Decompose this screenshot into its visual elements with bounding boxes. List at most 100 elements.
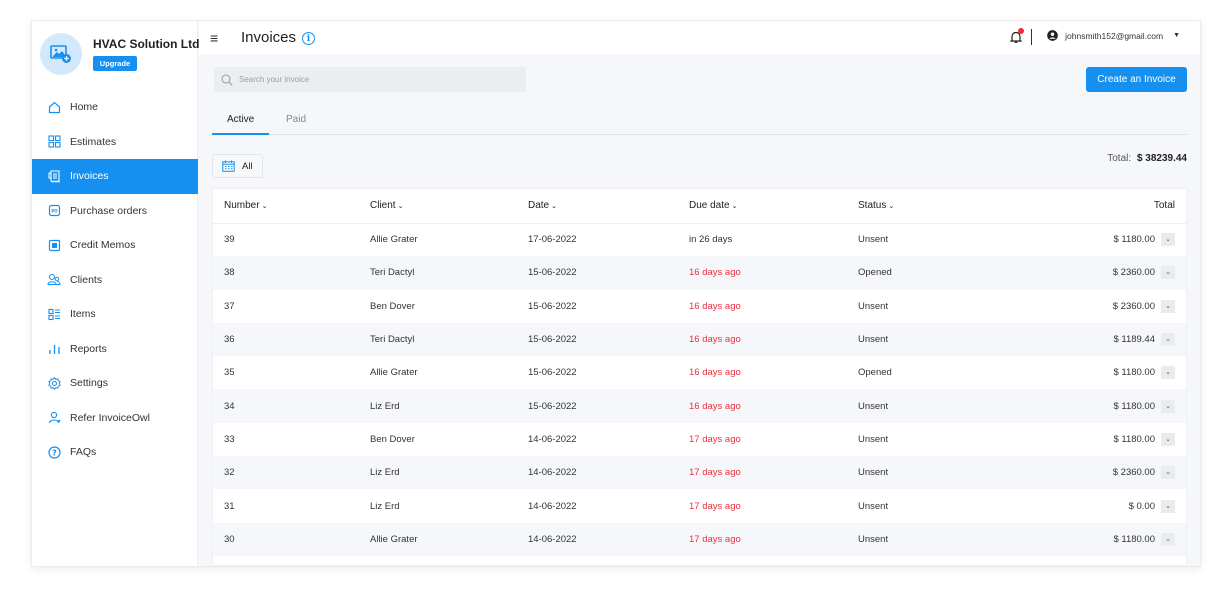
sidebar-item-settings[interactable]: Settings <box>32 366 198 401</box>
table-row[interactable]: 30 Allie Grater 14-06-2022 17 days ago Unsen… <box>213 522 1186 556</box>
caret-down-icon: ▼ <box>1173 32 1180 39</box>
top-bar: ≡ Invoices i johnsmith152@gmail.com ▼ <box>199 21 1200 54</box>
table-row[interactable]: 33 Ben Dover 14-06-2022 17 days ago Unsent $ … <box>213 423 1186 456</box>
company-brand: HVAC Solution Ltd Upgrade <box>40 33 199 83</box>
invoice-client: Liz Erd <box>370 389 528 423</box>
invoice-total-cell: $ 0.00 ⌄ <box>1008 489 1186 522</box>
create-invoice-button[interactable]: Create an Invoice <box>1086 67 1187 92</box>
sidebar-item-invoices[interactable]: Invoices <box>32 159 198 194</box>
table-row[interactable]: 36 Teri Dactyl 15-06-2022 16 days ago Unsent… <box>213 322 1186 357</box>
invoice-number: 32 <box>213 456 370 490</box>
sidebar-item-label: Items <box>70 308 96 321</box>
header-divider <box>1031 29 1032 45</box>
table-row[interactable]: 32 Liz Erd 14-06-2022 17 days ago Unsent $ 23… <box>213 456 1186 490</box>
clients-icon <box>47 273 61 287</box>
sidebar-item-label: Home <box>70 101 99 114</box>
invoice-date: 14-06-2022 <box>528 456 689 490</box>
chevron-down-icon: ⌄ <box>731 203 738 211</box>
invoice-due-date: 16 days ago <box>689 256 858 290</box>
sidebar-item-items[interactable]: Items <box>32 297 198 332</box>
sidebar-item-label: Purchase orders <box>70 204 148 217</box>
home-icon <box>47 100 61 114</box>
invoice-total-cell: $ 1180.00 ⌄ <box>1008 389 1186 423</box>
search-input[interactable] <box>239 75 509 84</box>
invoice-total: $ 1180.00 <box>1113 433 1155 445</box>
sidebar-item-home[interactable]: Home <box>32 90 198 125</box>
upgrade-button[interactable]: Upgrade <box>93 56 137 71</box>
table-row[interactable]: 39 Allie Grater 17-06-2022 in 26 days Unsent… <box>213 223 1186 256</box>
sidebar-item-label: Estimates <box>70 135 117 148</box>
invoice-date: 15-06-2022 <box>528 322 689 357</box>
row-actions-chevron-icon[interactable]: ⌄ <box>1161 233 1175 247</box>
date-filter-label: All <box>242 160 253 172</box>
row-actions-chevron-icon[interactable]: ⌄ <box>1161 266 1175 280</box>
notification-bell-icon[interactable] <box>1009 28 1024 44</box>
sidebar-item-purchase-orders[interactable]: PO Purchase orders <box>32 194 198 229</box>
invoice-number: 34 <box>213 389 370 423</box>
invoice-date: 15-06-2022 <box>528 300 577 312</box>
invoice-due-date: 16 days ago <box>689 300 741 312</box>
column-header-number[interactable]: Number ⌄ <box>213 189 370 224</box>
sidebar-item-clients[interactable]: Clients <box>32 263 198 298</box>
row-actions-chevron-icon[interactable]: ⌄ <box>1161 432 1175 446</box>
tab-paid[interactable]: Paid <box>286 114 306 135</box>
table-row-partial <box>213 556 1186 566</box>
invoice-total-cell: $ 2360.00 ⌄ <box>1008 256 1186 290</box>
invoice-number: 39 <box>224 234 235 246</box>
row-actions-chevron-icon[interactable]: ⌄ <box>1161 366 1175 380</box>
column-header-due-date[interactable]: Due date ⌄ <box>689 189 858 224</box>
column-header-date[interactable]: Date ⌄ <box>528 189 689 224</box>
column-header-client[interactable]: Client ⌄ <box>370 189 528 224</box>
items-icon <box>47 307 61 321</box>
chevron-down-icon: ⌄ <box>888 203 895 211</box>
notification-dot <box>1018 28 1024 34</box>
sidebar-item-refer[interactable]: Refer InvoiceOwl <box>32 401 198 436</box>
row-actions-chevron-icon[interactable]: ⌄ <box>1161 399 1175 413</box>
menu-toggle-icon[interactable]: ≡ <box>210 31 218 45</box>
invoice-total-cell: $ 1180.00 ⌄ <box>1008 522 1186 556</box>
sidebar-item-label: Credit Memos <box>70 239 136 252</box>
search-icon <box>221 73 233 86</box>
sidebar-item-faqs[interactable]: ? FAQs <box>32 435 198 470</box>
row-actions-chevron-icon[interactable]: ⌄ <box>1161 532 1175 546</box>
tab-active[interactable]: Active <box>212 114 270 135</box>
company-logo-upload[interactable] <box>40 33 82 75</box>
row-actions-chevron-icon[interactable]: ⌄ <box>1161 333 1175 347</box>
table-row[interactable]: 34 Liz Erd 15-06-2022 16 days ago Unsent $ 11… <box>213 389 1186 423</box>
table-row[interactable]: 31 Liz Erd 14-06-2022 17 days ago Unsent $ 0.… <box>213 489 1186 522</box>
row-actions-chevron-icon[interactable]: ⌄ <box>1161 499 1175 513</box>
sidebar-nav: Home Estimates Invoices PO Purchase orde… <box>32 90 198 470</box>
invoices-table: Number ⌄ Client ⌄ Date ⌄ Due date ⌄ Status ⌄ … <box>213 189 1186 566</box>
invoice-date: 15-06-2022 <box>528 256 689 290</box>
row-actions-chevron-icon[interactable]: ⌄ <box>1161 299 1175 313</box>
user-menu[interactable]: johnsmith152@gmail.com ▼ <box>1047 30 1180 41</box>
invoice-due-date: 17 days ago <box>689 500 741 512</box>
invoice-number: 35 <box>224 367 235 379</box>
invoice-total: $ 1180.00 <box>1113 234 1155 246</box>
invoices-total-summary: Total: $ 38239.44 <box>1107 153 1187 164</box>
total-value: $ 38239.44 <box>1136 153 1187 164</box>
sidebar-item-estimates[interactable]: Estimates <box>32 125 198 160</box>
invoice-date: 15-06-2022 <box>528 367 577 379</box>
invoice-number: 31 <box>224 500 235 512</box>
faq-icon: ? <box>47 445 61 459</box>
invoice-status: Opened <box>858 367 892 379</box>
sidebar-item-credit-memos[interactable]: Credit Memos <box>32 228 198 263</box>
table-row[interactable]: 37 Ben Dover 15-06-2022 16 days ago Unsent $ … <box>213 290 1186 323</box>
table-row[interactable]: 38 Teri Dactyl 15-06-2022 16 days ago Opened… <box>213 256 1186 290</box>
date-filter-button[interactable]: All <box>212 154 263 178</box>
company-name: HVAC Solution Ltd <box>93 37 200 51</box>
info-icon[interactable]: i <box>302 32 315 45</box>
column-header-status[interactable]: Status ⌄ <box>858 189 1008 224</box>
sidebar-item-reports[interactable]: Reports <box>32 332 198 367</box>
column-header-total: Total <box>1008 189 1186 224</box>
invoice-status: Unsent <box>858 433 889 445</box>
svg-text:?: ? <box>52 448 57 457</box>
invoice-number: 33 <box>224 433 235 445</box>
invoice-client: Teri Dactyl <box>370 322 528 357</box>
invoice-status: Opened <box>858 256 1008 290</box>
row-actions-chevron-icon[interactable]: ⌄ <box>1161 466 1175 480</box>
table-row[interactable]: 35 Allie Grater 15-06-2022 16 days ago Opene… <box>213 356 1186 389</box>
invoice-total: $ 1180.00 <box>1113 400 1155 412</box>
invoice-client: Teri Dactyl <box>370 256 528 290</box>
